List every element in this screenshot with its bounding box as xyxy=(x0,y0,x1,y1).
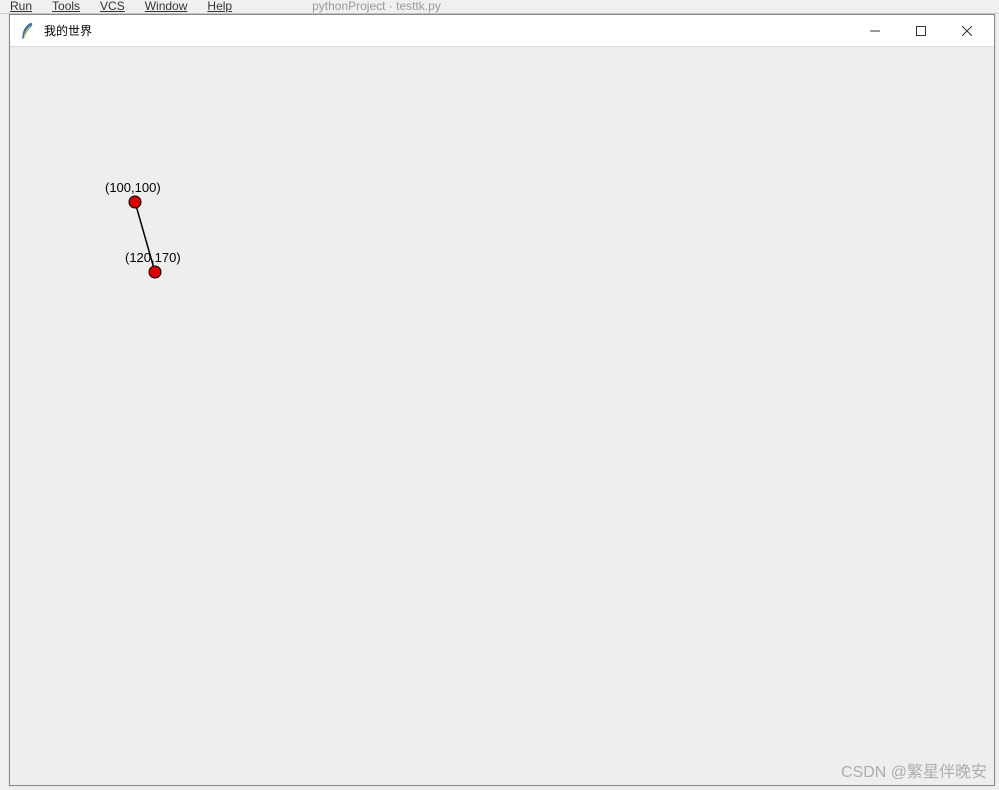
tk-feather-icon xyxy=(18,22,36,40)
menu-tools[interactable]: Tools xyxy=(52,0,80,13)
canvas-svg xyxy=(10,47,994,785)
close-icon xyxy=(962,26,972,36)
close-button[interactable] xyxy=(944,15,990,46)
canvas-point xyxy=(129,196,141,208)
minimize-button[interactable] xyxy=(852,15,898,46)
minimize-icon xyxy=(870,26,880,36)
menu-run[interactable]: Run xyxy=(10,0,32,13)
maximize-icon xyxy=(916,26,926,36)
point-label: (120,170) xyxy=(125,250,181,265)
menu-vcs[interactable]: VCS xyxy=(100,0,125,13)
window-title: 我的世界 xyxy=(44,22,852,39)
canvas-area[interactable]: (100,100) (120,170) xyxy=(10,47,994,785)
menu-window[interactable]: Window xyxy=(145,0,188,13)
ide-context-label: pythonProject · testtk.py xyxy=(312,0,441,13)
app-window: 我的世界 (100,100) (120,170) xyxy=(9,14,995,786)
titlebar[interactable]: 我的世界 xyxy=(10,15,994,47)
ide-menubar: Run Tools VCS Window Help pythonProject … xyxy=(0,0,999,14)
menu-help[interactable]: Help xyxy=(207,0,232,13)
maximize-button[interactable] xyxy=(898,15,944,46)
point-label: (100,100) xyxy=(105,180,161,195)
canvas-point xyxy=(149,266,161,278)
window-controls xyxy=(852,15,990,46)
